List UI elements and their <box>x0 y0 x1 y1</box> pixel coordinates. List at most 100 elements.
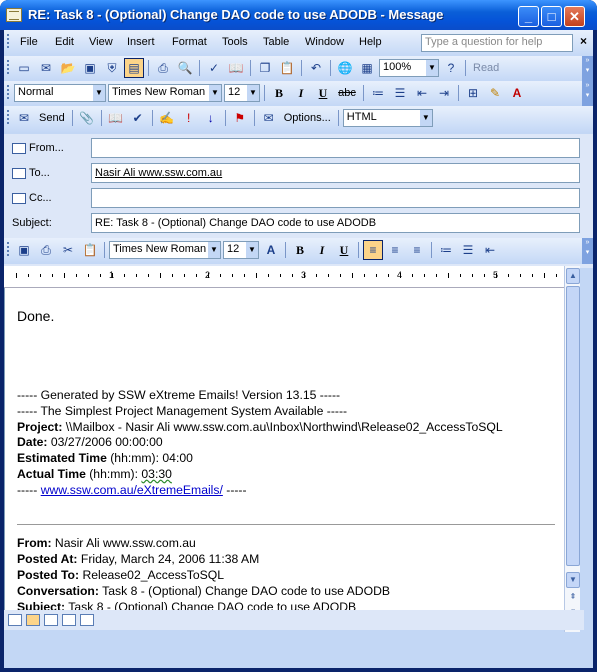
maximize-button[interactable]: □ <box>541 6 562 27</box>
scroll-thumb[interactable] <box>566 286 580 566</box>
highlight-icon[interactable]: ✎ <box>485 83 505 103</box>
read-button[interactable]: Read <box>470 58 502 78</box>
decrease-indent-icon[interactable]: ⇤ <box>412 83 432 103</box>
send-button[interactable]: Send <box>36 108 68 128</box>
underline-button[interactable]: U <box>313 86 333 101</box>
bold-button[interactable]: B <box>269 86 289 101</box>
toolbar-options-icon[interactable]: » ▾ <box>582 81 593 106</box>
bullets-icon[interactable]: ☰ <box>390 83 410 103</box>
to-field[interactable]: Nasir Ali www.ssw.com.au <box>91 163 580 183</box>
zoom-select[interactable]: 100% ▼ <box>379 59 439 77</box>
from-button[interactable]: From... <box>12 139 82 157</box>
menu-table[interactable]: Table <box>263 36 289 48</box>
align-left-icon[interactable]: ≡ <box>363 240 383 260</box>
paste-icon[interactable]: 📋 <box>277 58 297 78</box>
toolbar-grip[interactable] <box>7 34 10 48</box>
message-body[interactable]: Done. ----- Generated by SSW eXtreme Ema… <box>4 266 564 626</box>
send-icon[interactable]: ✉ <box>14 108 34 128</box>
italic-button[interactable]: I <box>291 86 311 101</box>
table-icon[interactable]: ▦ <box>357 58 377 78</box>
normal-view-icon[interactable] <box>8 614 22 626</box>
options-button[interactable]: Options... <box>281 108 334 128</box>
print-layout-icon[interactable]: ▤ <box>124 58 144 78</box>
chevron-down-icon[interactable]: ▼ <box>426 60 438 76</box>
extreme-emails-link[interactable]: www.ssw.com.au/eXtremeEmails/ <box>41 483 223 497</box>
style-select[interactable]: Normal ▼ <box>14 84 106 102</box>
body-font-select[interactable]: Times New Roman ▼ <box>109 241 221 259</box>
undo-icon[interactable]: ↶ <box>306 58 326 78</box>
chevron-down-icon[interactable]: ▼ <box>209 85 221 101</box>
to-button[interactable]: To... <box>12 164 82 182</box>
importance-low-icon[interactable]: ↓ <box>201 108 221 128</box>
reading-layout-icon[interactable] <box>80 614 94 626</box>
print-icon[interactable]: ⎙ <box>36 240 56 260</box>
outline-view-icon[interactable] <box>62 614 76 626</box>
message-text[interactable]: Done. ----- Generated by SSW eXtreme Ema… <box>17 308 557 615</box>
save-icon[interactable]: ▣ <box>14 240 34 260</box>
permission-icon[interactable]: ⛨ <box>102 58 122 78</box>
hyperlink-icon[interactable]: 🌐 <box>335 58 355 78</box>
underline-button[interactable]: U <box>334 243 354 258</box>
align-right-icon[interactable]: ≡ <box>407 240 427 260</box>
subject-field[interactable]: RE: Task 8 - (Optional) Change DAO code … <box>91 213 580 233</box>
menu-insert[interactable]: Insert <box>127 36 155 48</box>
flag-icon[interactable]: ⚑ <box>230 108 250 128</box>
check-names-icon[interactable]: ✔ <box>128 108 148 128</box>
toolbar-grip[interactable] <box>7 242 10 256</box>
save-icon[interactable]: ▣ <box>80 58 100 78</box>
spelling-icon[interactable]: ✓ <box>204 58 224 78</box>
italic-button[interactable]: I <box>312 243 332 258</box>
minimize-button[interactable]: _ <box>518 6 539 27</box>
new-icon[interactable]: ▭ <box>14 58 34 78</box>
copy-icon[interactable]: ❐ <box>255 58 275 78</box>
toolbar-grip[interactable] <box>7 110 10 124</box>
signature-icon[interactable]: ✍ <box>157 108 177 128</box>
font-color-icon[interactable]: A <box>261 240 281 260</box>
numbering-icon[interactable]: ≔ <box>368 83 388 103</box>
border-icon[interactable]: ⊞ <box>463 83 483 103</box>
horizontal-ruler[interactable]: 1 2 3 4 5 <box>4 266 564 288</box>
font-color-icon[interactable]: A <box>507 83 527 103</box>
chevron-down-icon[interactable]: ▼ <box>419 110 432 126</box>
menu-edit[interactable]: Edit <box>55 36 74 48</box>
toolbar-options-icon[interactable]: » ▾ <box>582 238 593 264</box>
from-field[interactable] <box>91 138 580 158</box>
vertical-scrollbar[interactable]: ▲ ▼ ⇞ ○ ⇟ <box>564 266 580 632</box>
close-document-icon[interactable]: × <box>580 34 587 48</box>
help-search-input[interactable]: Type a question for help <box>421 34 573 52</box>
scroll-down-icon[interactable]: ▼ <box>566 572 580 588</box>
open-icon[interactable]: 📂 <box>58 58 78 78</box>
chevron-down-icon[interactable]: ▼ <box>208 242 220 258</box>
body-font-size-select[interactable]: 12 ▼ <box>223 241 259 259</box>
menu-help[interactable]: Help <box>359 36 382 48</box>
menu-window[interactable]: Window <box>305 36 344 48</box>
align-center-icon[interactable]: ≡ <box>385 240 405 260</box>
font-size-select[interactable]: 12 ▼ <box>224 84 260 102</box>
toolbar-grip[interactable] <box>7 60 10 74</box>
strikethrough-button[interactable]: abc <box>335 87 359 99</box>
address-book-icon[interactable]: 📖 <box>106 108 126 128</box>
to-recipient[interactable]: Nasir Ali www.ssw.com.au <box>95 167 222 179</box>
new-mail-icon[interactable]: ✉ <box>36 58 56 78</box>
title-bar[interactable]: RE: Task 8 - (Optional) Change DAO code … <box>0 0 597 30</box>
print-icon[interactable]: ⎙ <box>153 58 173 78</box>
message-format-select[interactable]: HTML ▼ <box>342 109 433 127</box>
chevron-down-icon[interactable]: ▼ <box>246 242 258 258</box>
chevron-down-icon[interactable]: ▼ <box>93 85 105 101</box>
chevron-down-icon[interactable]: ▼ <box>247 85 259 101</box>
research-icon[interactable]: 📖 <box>226 58 246 78</box>
numbering-icon[interactable]: ≔ <box>436 240 456 260</box>
decrease-indent-icon[interactable]: ⇤ <box>480 240 500 260</box>
help-icon[interactable]: ? <box>441 58 461 78</box>
envelope-icon[interactable]: ✉ <box>259 108 279 128</box>
menu-format[interactable]: Format <box>172 36 207 48</box>
menu-tools[interactable]: Tools <box>222 36 248 48</box>
print-layout-view-icon[interactable] <box>44 614 58 626</box>
toolbar-options-icon[interactable]: » ▾ <box>582 56 593 81</box>
close-button[interactable]: ✕ <box>564 6 585 27</box>
print-preview-icon[interactable]: 🔍 <box>175 58 195 78</box>
paste-icon[interactable]: 📋 <box>80 240 100 260</box>
font-select[interactable]: Times New Roman ▼ <box>108 84 222 102</box>
cc-button[interactable]: Cc... <box>12 189 82 207</box>
cut-icon[interactable]: ✂ <box>58 240 78 260</box>
